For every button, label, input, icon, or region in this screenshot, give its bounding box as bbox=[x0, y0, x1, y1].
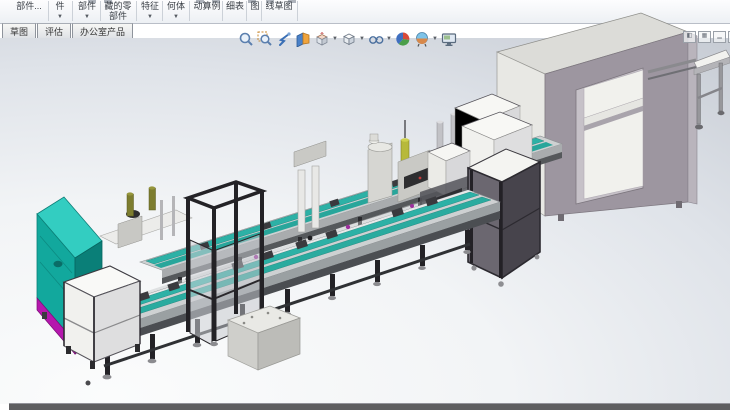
zoom-to-fit-icon[interactable] bbox=[237, 30, 254, 48]
chevron-down-icon[interactable]: ▼ bbox=[386, 36, 392, 42]
cad-application-window: 部件... 件 ▼ 部件 ▼ 藏的零 部件 特征 ▼ 何体 ▼ 动算例 细表 图 bbox=[0, 0, 730, 410]
document-window-controls: ◧ ▦ ▁ ⧉ bbox=[683, 31, 730, 43]
minimize-window-icon[interactable]: ▁ bbox=[713, 31, 726, 43]
display-style-icon[interactable] bbox=[340, 30, 357, 48]
zoom-to-area-icon[interactable] bbox=[256, 30, 273, 48]
section-view-icon[interactable] bbox=[294, 30, 311, 48]
heads-up-view-toolbar: ▼ ▼ ▼ ▼ bbox=[237, 30, 457, 48]
chevron-down-icon[interactable]: ▼ bbox=[359, 36, 365, 42]
hide-show-items-icon[interactable] bbox=[367, 30, 384, 48]
apply-scene-icon[interactable] bbox=[413, 30, 430, 48]
view-settings-icon[interactable] bbox=[440, 30, 457, 48]
view-orientation-icon[interactable] bbox=[313, 30, 330, 48]
assembly-3d-model[interactable] bbox=[0, 0, 730, 410]
left-process-station[interactable] bbox=[100, 186, 192, 248]
taskbar-edge[interactable] bbox=[9, 403, 730, 410]
previous-view-icon[interactable] bbox=[275, 30, 292, 48]
edit-appearance-icon[interactable] bbox=[394, 30, 411, 48]
stray-leveling-foot[interactable] bbox=[86, 381, 91, 386]
chevron-down-icon[interactable]: ▼ bbox=[432, 36, 438, 42]
chevron-down-icon[interactable]: ▼ bbox=[332, 36, 338, 42]
restore-window-icon[interactable]: ◧ bbox=[683, 31, 696, 43]
tile-window-icon[interactable]: ▦ bbox=[698, 31, 711, 43]
